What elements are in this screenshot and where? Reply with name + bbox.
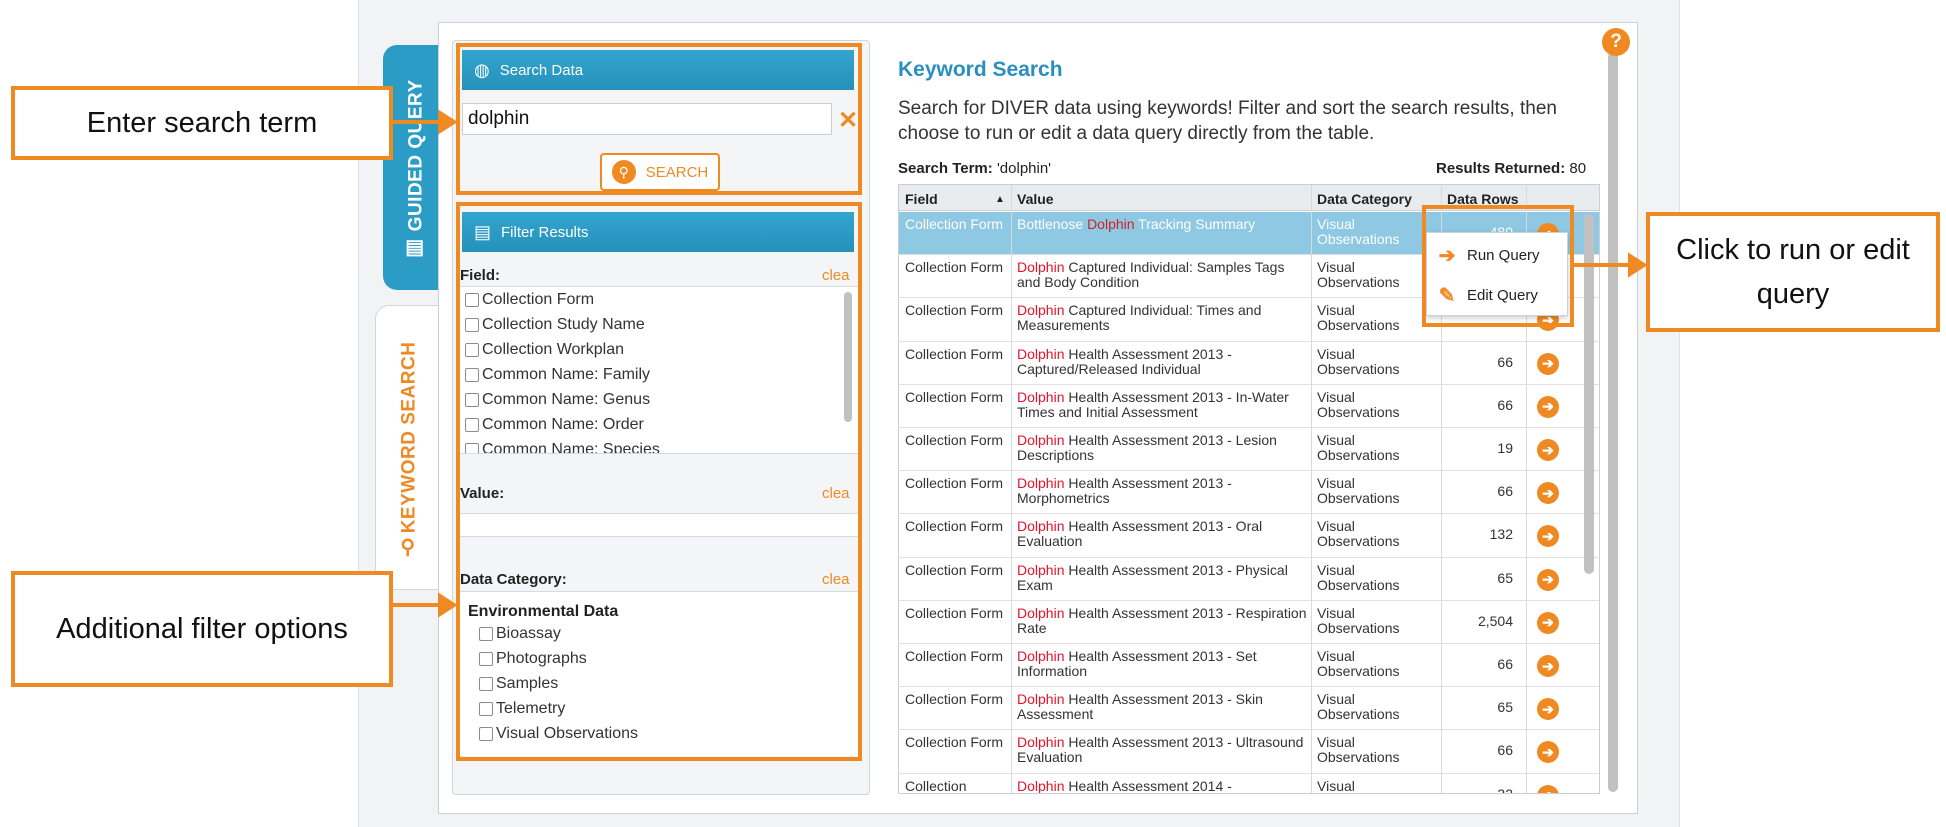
screenshot-stage: ▤GUIDED QUERY ⚲KEYWORD SEARCH ◍ Search D… [0,0,1946,827]
arrow-head [438,109,458,135]
arrow-head [438,592,458,618]
arrow-head [1628,252,1648,278]
callout-arrows [393,109,1648,618]
